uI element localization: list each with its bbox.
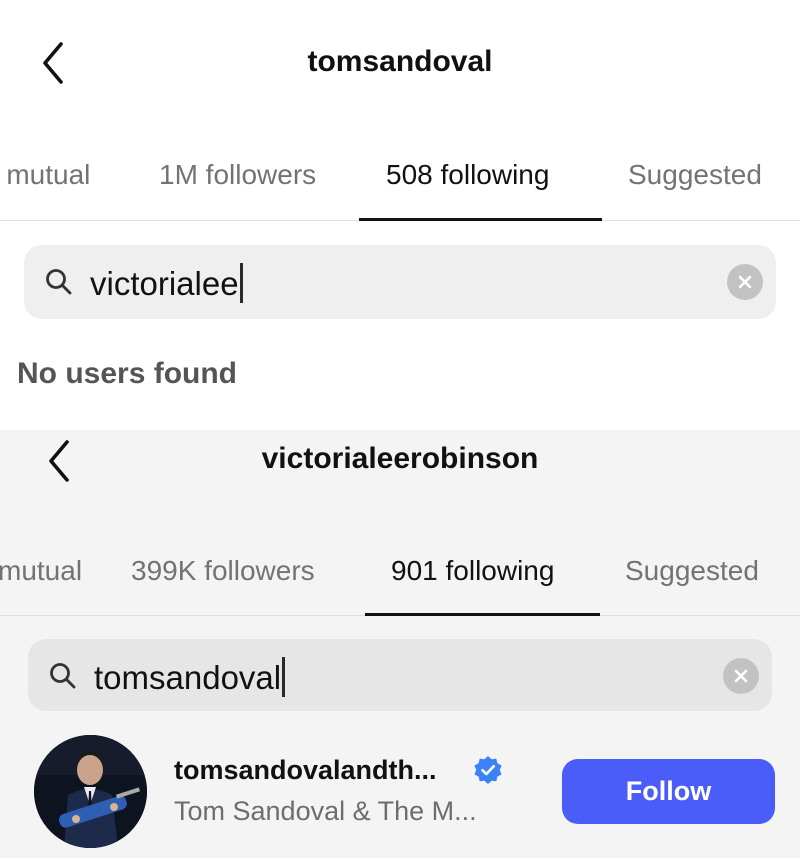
tab-bar: 3 mutual 1M followers 508 following Sugg… xyxy=(0,146,800,221)
profile-title: victorialeerobinson xyxy=(261,442,539,475)
close-icon xyxy=(734,669,748,683)
tab-suggested[interactable]: Suggested xyxy=(628,146,762,204)
tab-followers[interactable]: 399K followers xyxy=(131,542,315,600)
clear-search-button[interactable] xyxy=(727,264,763,300)
tab-mutual[interactable]: mutual xyxy=(0,542,82,600)
result-full-name: Tom Sandoval & The M... xyxy=(174,796,477,826)
active-tab-indicator xyxy=(365,613,600,616)
search-field[interactable]: victorialee xyxy=(24,245,776,319)
search-icon xyxy=(50,663,76,689)
list-item[interactable]: tomsandovalandth... Tom Sandoval & The M… xyxy=(0,730,800,858)
tab-mutual[interactable]: 3 mutual xyxy=(0,146,90,204)
empty-state-message: No users found xyxy=(17,357,238,390)
result-username[interactable]: tomsandovalandth... xyxy=(174,755,437,786)
text-cursor xyxy=(282,657,286,697)
search-field[interactable]: tomsandoval xyxy=(28,639,772,711)
tab-following[interactable]: 901 following xyxy=(391,542,554,600)
tab-following[interactable]: 508 following xyxy=(386,146,549,204)
screen-tomsandoval-following: tomsandoval 3 mutual 1M followers 508 fo… xyxy=(0,0,800,430)
tab-followers[interactable]: 1M followers xyxy=(159,146,316,204)
search-input[interactable]: victorialee xyxy=(90,263,243,303)
profile-title: tomsandoval xyxy=(307,45,493,78)
verified-badge-icon xyxy=(474,756,502,784)
close-icon xyxy=(738,275,752,289)
screen-victorialeerobinson-following: victorialeerobinson mutual 399K follower… xyxy=(0,430,800,858)
avatar[interactable] xyxy=(34,735,147,848)
active-tab-indicator xyxy=(359,218,602,221)
text-cursor xyxy=(239,263,243,303)
follow-button[interactable]: Follow xyxy=(562,759,775,824)
search-input[interactable]: tomsandoval xyxy=(94,657,286,697)
search-icon xyxy=(46,269,72,295)
tab-bar: mutual 399K followers 901 following Sugg… xyxy=(0,542,800,616)
clear-search-button[interactable] xyxy=(723,658,759,694)
guitarist-photo xyxy=(34,735,147,848)
tab-suggested[interactable]: Suggested xyxy=(625,542,759,600)
